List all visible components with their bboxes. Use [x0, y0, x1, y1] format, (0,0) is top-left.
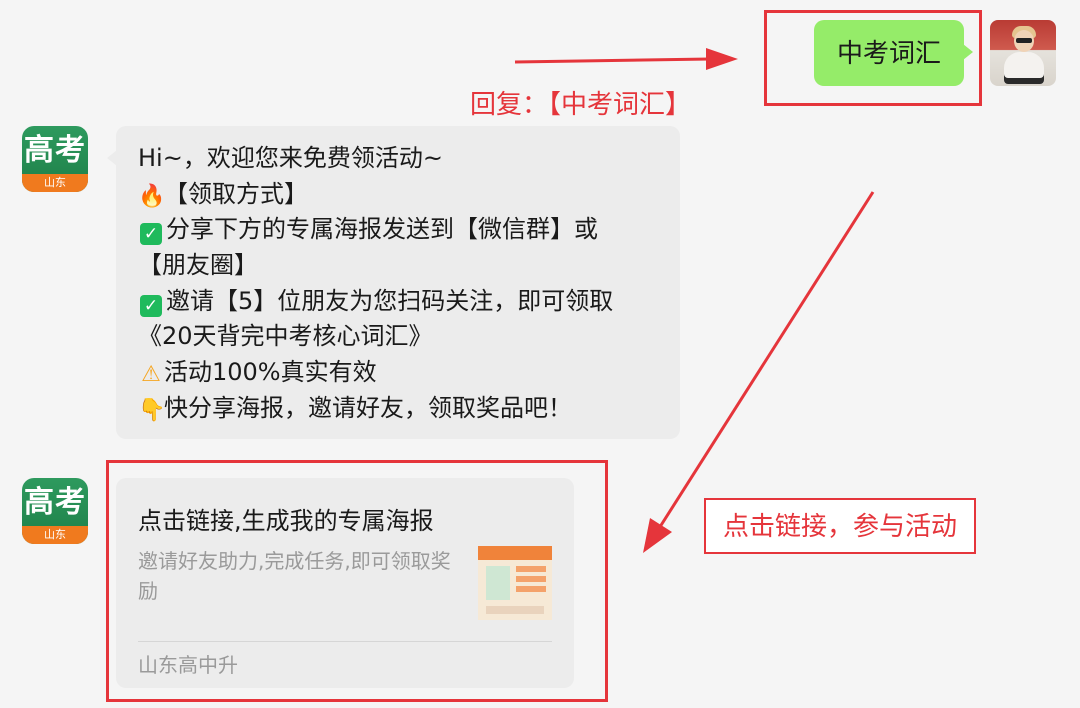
reply-annotation: 回复：【中考词汇】 — [470, 90, 692, 120]
thumbnail-row — [516, 566, 546, 572]
bot-message-lines: Hi~，欢迎您来免费领活动~ 🔥【领取方式】 ✓ 分享下方的专属海报发送到【微信群… — [138, 141, 668, 427]
message-line-text: Hi~，欢迎您来免费领活动~ — [138, 144, 443, 172]
thumbnail-footer — [486, 606, 544, 614]
user-message-bubble[interactable]: 中考词汇 — [814, 20, 973, 86]
click-link-annotation: 点击链接，参与活动 — [704, 498, 976, 554]
user-avatar[interactable] — [990, 20, 1056, 86]
thumbnail-book — [486, 566, 510, 600]
message-line-text: 【领取方式】 — [164, 179, 308, 208]
bot-message-bubble[interactable]: Hi~，欢迎您来免费领活动~ 🔥【领取方式】 ✓ 分享下方的专属海报发送到【微信群… — [107, 126, 680, 439]
message-line: 【朋友圈】 — [138, 248, 668, 284]
message-line-text: 《20天背完中考核心词汇》 — [138, 322, 433, 351]
message-line: ✓ 分享下方的专属海报发送到【微信群】或 — [138, 212, 668, 248]
message-line-text: 邀请【5】位朋友为您扫码关注，即可领取 — [166, 286, 614, 315]
arrow-to-user-message — [514, 48, 738, 70]
message-line: ⚠ 活动100%真实有效 — [138, 355, 668, 391]
fire-icon: 🔥 — [138, 183, 166, 209]
avatar-body — [1004, 52, 1044, 84]
bot-avatar-sub: 山东 — [44, 176, 66, 189]
bot-avatar-brand: 高考 — [24, 485, 86, 520]
bot-avatar-sub: 山东 — [44, 528, 66, 541]
message-line-text: 分享下方的专属海报发送到【微信群】或 — [166, 215, 598, 244]
pointing-hand-icon: 👇 — [138, 397, 166, 423]
check-icon: ✓ — [140, 223, 162, 246]
user-message-text: 中考词汇 — [836, 39, 941, 69]
thumbnail-row — [516, 576, 546, 582]
click-link-annotation-text: 点击链接，参与活动 — [722, 512, 957, 542]
link-card-title: 点击链接,生成我的专属海报 — [138, 507, 434, 535]
message-line: 🔥【领取方式】 — [138, 177, 668, 213]
link-card-description: 邀请好友助力,完成任务,即可领取奖励 — [138, 549, 451, 603]
message-line-text: 快分享海报，邀请好友，领取奖品吧！ — [164, 393, 572, 422]
check-icon: ✓ — [140, 294, 162, 317]
message-line: Hi~，欢迎您来免费领活动~ — [138, 141, 668, 177]
bot-avatar[interactable]: 高考 山东 — [22, 478, 88, 544]
link-card-source: 山东高中升 — [138, 653, 238, 677]
message-line-text: 【朋友圈】 — [138, 251, 258, 280]
bot-avatar[interactable]: 高考 山东 — [22, 126, 88, 192]
link-card-divider — [138, 641, 552, 642]
link-card-thumbnail — [478, 546, 552, 620]
link-card[interactable]: 点击链接,生成我的专属海报 邀请好友助力,完成任务,即可领取奖励 山东高中升 — [116, 478, 574, 688]
message-line: 《20天背完中考核心词汇》 — [138, 319, 668, 355]
avatar-sunglasses — [1016, 38, 1032, 43]
message-line: 👇快分享海报，邀请好友，领取奖品吧！ — [138, 391, 668, 427]
warning-icon: ⚠ — [141, 362, 161, 388]
thumbnail-row — [516, 586, 546, 592]
message-line: ✓ 邀请【5】位朋友为您扫码关注，即可领取 — [138, 284, 668, 320]
bot-avatar-brand: 高考 — [24, 133, 86, 168]
message-line-text: 活动100%真实有效 — [164, 358, 377, 387]
thumbnail-header — [478, 546, 552, 560]
